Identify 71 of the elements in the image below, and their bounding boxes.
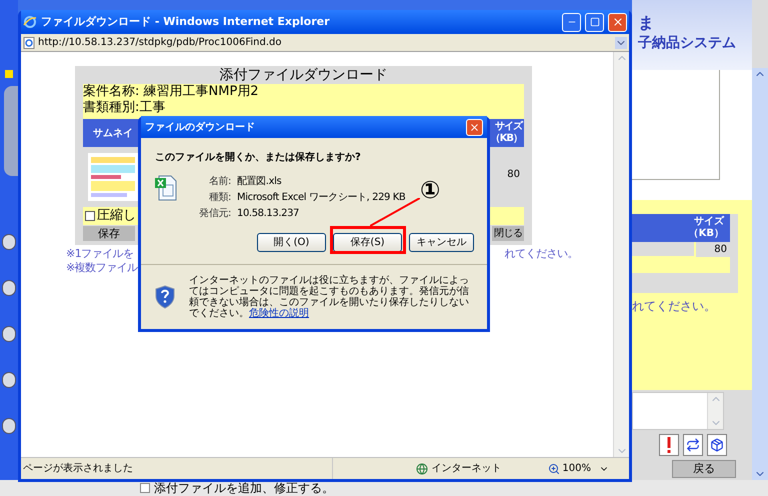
zone-text: インターネット [430, 462, 502, 476]
globe-icon [416, 462, 428, 474]
close-button[interactable] [608, 12, 627, 32]
table-cell [632, 242, 694, 256]
panel-title: 添付ファイルダウンロード [218, 66, 388, 84]
footer-text: 添付ファイルを追加、修正する。 [154, 481, 334, 495]
field-label: 種類: [208, 191, 231, 204]
risk-link[interactable]: 危険性の説明 [249, 308, 309, 319]
loop-button[interactable] [683, 434, 703, 456]
close-icon [469, 122, 480, 132]
dialog-button[interactable]: 保存(S) [333, 233, 402, 252]
note-text: れてください。 [632, 298, 717, 315]
column-header: サイズ [694, 216, 724, 228]
logo-text: 子納品システム [638, 34, 737, 53]
url-text: http://10.58.13.237/stdpkg/pdb/Proc1006Find.do [38, 36, 282, 50]
note-text: ※複数ファイル [66, 261, 139, 275]
zoom-icon[interactable] [548, 462, 560, 474]
project-name: 案件名称: 練習用工事NMP用2 [83, 84, 260, 100]
round-icon[interactable] [2, 326, 16, 342]
field-label: 名前: [208, 175, 231, 188]
table-cell: 80 [696, 242, 730, 257]
thumbnail-drawing [88, 153, 138, 201]
field-value: Microsoft Excel ワークシート, 229 KB [237, 191, 406, 204]
dialog-title: ファイルのダウンロード [145, 120, 256, 134]
exclamation-icon [667, 437, 671, 453]
close-page-button[interactable]: 閉じる [492, 226, 524, 241]
checkbox-label: 圧縮し [97, 207, 136, 226]
box-button[interactable] [707, 434, 727, 456]
warning-text: インターネットのファイルは役に立ちますが、ファイルによってはコンピュータに問題を起こすものもあります。発信元が信頼できない場合は、このファイルを開いたり保存したりしないでください。危険性の説明 [189, 275, 470, 319]
back-button[interactable]: 戻る [672, 460, 736, 478]
dialog-button[interactable]: キャンセル [409, 233, 474, 252]
status-text: ページが表示されました [22, 462, 134, 476]
spreadsheet-file-icon [155, 175, 177, 201]
alert-button[interactable] [659, 434, 679, 456]
column-header: （KB） [490, 133, 522, 145]
zoom-level[interactable]: 100% [560, 461, 591, 476]
column-header: サムネイ [93, 126, 133, 140]
close-icon [612, 16, 624, 28]
maximize-icon [590, 17, 600, 27]
field-value: 配置図.xls [237, 175, 282, 188]
note-text: れてください。 [504, 247, 578, 261]
field-value: 10.58.13.237 [237, 207, 300, 220]
column-header: サイズ [495, 121, 522, 133]
page-icon [23, 36, 35, 48]
document-type: 書類種別:工事 [83, 100, 166, 116]
compress-checkbox[interactable] [85, 211, 95, 221]
checkbox[interactable] [140, 483, 150, 493]
box-icon [710, 438, 724, 452]
round-icon[interactable] [2, 372, 16, 388]
address-bar[interactable]: http://10.58.13.237/stdpkg/pdb/Proc1006Find.do [21, 34, 629, 52]
minimize-button[interactable] [562, 12, 581, 32]
field-label: 発信元: [198, 207, 231, 220]
square-icon [5, 70, 13, 78]
column-header: （KB） [688, 228, 724, 240]
maximize-button[interactable] [585, 12, 604, 32]
browser-logo-icon [23, 15, 37, 29]
dropdown-icon[interactable] [615, 36, 627, 48]
page-scrollbar[interactable] [752, 68, 768, 480]
dialog-question: このファイルを開くか、または保存しますか? [154, 150, 362, 165]
dialog-button[interactable]: 開く(O) [257, 233, 326, 252]
logo-text: ま [638, 14, 655, 32]
note-text: ※1ファイルを [66, 247, 134, 261]
round-icon[interactable] [2, 418, 16, 434]
round-icon[interactable] [2, 234, 16, 250]
shield-question-icon [155, 285, 175, 309]
save-button[interactable]: 保存 [83, 226, 135, 241]
step-number: ① [420, 176, 440, 204]
window-title: ファイルダウンロード - Windows Internet Explorer [41, 14, 330, 30]
round-icon[interactable] [2, 280, 16, 296]
loop-arrows-icon [686, 438, 700, 452]
close-button[interactable] [466, 118, 483, 136]
